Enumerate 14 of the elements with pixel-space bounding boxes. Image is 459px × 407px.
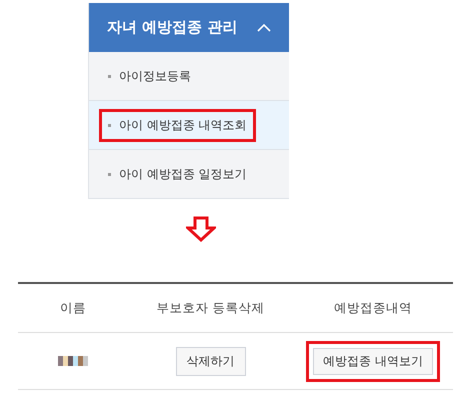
column-header: 이름 — [59, 300, 87, 316]
menu-item-label: 아이 예방접종 일정보기 — [99, 158, 256, 190]
column-header: 예방접종내역 — [333, 300, 413, 316]
menu-item[interactable]: 아이 예방접종 일정보기 — [89, 150, 289, 199]
menu-header[interactable]: 자녀 예방접종 관리 — [89, 3, 289, 52]
menu-item-label: 아이 예방접종 내역조회 — [99, 108, 256, 142]
blurred-name-block — [58, 356, 88, 366]
menu-title: 자녀 예방접종 관리 — [107, 18, 238, 37]
column-header: 부보호자 등록삭제 — [156, 300, 266, 316]
menu-item[interactable]: 아이 예방접종 내역조회 — [89, 101, 289, 150]
menu-item-label: 아이정보등록 — [99, 60, 200, 92]
view-history-button[interactable]: 예방접종 내역보기 — [306, 340, 440, 382]
down-arrow-icon — [186, 216, 216, 242]
delete-button[interactable]: 삭제하기 — [176, 346, 246, 376]
